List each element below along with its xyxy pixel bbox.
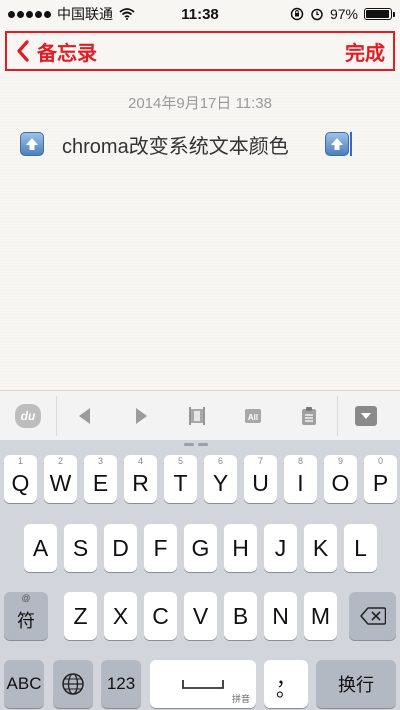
battery-level-fill [366, 10, 390, 18]
battery-percent: 97% [329, 6, 358, 22]
status-left: 中国联通 [8, 4, 135, 24]
arrow-right-icon [136, 407, 147, 424]
back-button[interactable]: 备忘录 [15, 37, 97, 66]
return-key[interactable]: 换行 [316, 660, 396, 708]
key-m[interactable]: M [304, 592, 337, 640]
key-c[interactable]: C [144, 592, 177, 640]
collapse-keyboard-button[interactable] [338, 391, 393, 441]
cursor-right-button[interactable] [113, 391, 169, 441]
key-l[interactable]: L [344, 524, 377, 572]
du-logo-button[interactable]: du [0, 391, 56, 441]
space-icon [182, 680, 224, 689]
battery-icon [364, 8, 395, 20]
globe-icon [62, 673, 84, 695]
signal-strength-icon [8, 10, 51, 18]
navigation-bar: 备忘录 完成 [5, 31, 395, 71]
backspace-icon [359, 607, 386, 625]
abc-key[interactable]: ABC [4, 660, 44, 708]
number-key[interactable]: 123 [101, 660, 141, 708]
select-all-icon: All [245, 408, 261, 423]
key-r[interactable]: 4R [124, 455, 157, 503]
symbol-key[interactable]: @ 符 [4, 592, 48, 640]
key-z[interactable]: Z [64, 592, 97, 640]
note-editor-area[interactable] [0, 74, 400, 390]
clipboard-icon [302, 406, 316, 425]
select-all-button[interactable]: All [225, 391, 281, 441]
key-d[interactable]: D [104, 524, 137, 572]
key-t[interactable]: 5T [164, 455, 197, 503]
key-p[interactable]: 0P [364, 455, 397, 503]
status-right: 97% [290, 6, 395, 22]
done-button[interactable]: 完成 [345, 37, 385, 66]
du-logo-icon: du [15, 403, 41, 428]
key-k[interactable]: K [304, 524, 337, 572]
key-g[interactable]: G [184, 524, 217, 572]
key-u[interactable]: 7U [244, 455, 277, 503]
space-key-sublabel: 拼音 [231, 694, 250, 704]
key-n[interactable]: N [264, 592, 297, 640]
input-method-toolbar: du All [0, 390, 400, 440]
key-h[interactable]: H [224, 524, 257, 572]
back-button-label: 备忘录 [37, 42, 97, 65]
alarm-icon [311, 8, 323, 21]
backspace-key[interactable] [349, 592, 396, 640]
period-label: 。 [276, 679, 296, 701]
globe-key[interactable] [53, 660, 93, 708]
wifi-icon [119, 8, 135, 20]
note-date: 2014年9月17日 11:38 [128, 95, 272, 112]
arrow-left-icon [79, 407, 90, 424]
status-bar: 中国联通 11:38 97% [0, 0, 400, 28]
chevron-left-icon [17, 40, 29, 62]
key-e[interactable]: 3E [84, 455, 117, 503]
up-arrow-emoji-icon [324, 132, 349, 156]
key-v[interactable]: V [184, 592, 217, 640]
carrier-name: 中国联通 [57, 6, 113, 22]
note-text: chroma改变系统文本颜色 [62, 135, 289, 158]
cursor-left-button[interactable] [57, 391, 113, 441]
note-text-line[interactable]: chroma改变系统文本颜色 [20, 130, 380, 158]
text-cursor [349, 132, 352, 156]
keyboard: 1Q 2W 3E 4R 5T 6Y 7U 8I 9O 0P A S D F G … [0, 440, 400, 710]
key-o[interactable]: 9O [324, 455, 357, 503]
select-text-button[interactable] [169, 391, 225, 441]
space-key[interactable]: 拼音 [150, 660, 256, 708]
key-b[interactable]: B [224, 592, 257, 640]
key-s[interactable]: S [64, 524, 97, 572]
comma-period-key[interactable]: ， 。 [264, 660, 308, 708]
rotation-lock-icon [290, 7, 304, 21]
collapse-keyboard-icon [354, 405, 377, 426]
key-j[interactable]: J [264, 524, 297, 572]
key-q[interactable]: 1Q [4, 455, 37, 503]
key-x[interactable]: X [104, 592, 137, 640]
clipboard-button[interactable] [281, 391, 337, 441]
key-y[interactable]: 6Y [204, 455, 237, 503]
up-arrow-emoji-icon [20, 132, 44, 156]
select-text-icon [189, 406, 205, 425]
key-i[interactable]: 8I [284, 455, 317, 503]
svg-text:All: All [248, 413, 258, 422]
key-w[interactable]: 2W [44, 455, 77, 503]
key-a[interactable]: A [24, 524, 57, 572]
keyboard-drag-handle[interactable] [184, 443, 208, 446]
key-f[interactable]: F [144, 524, 177, 572]
